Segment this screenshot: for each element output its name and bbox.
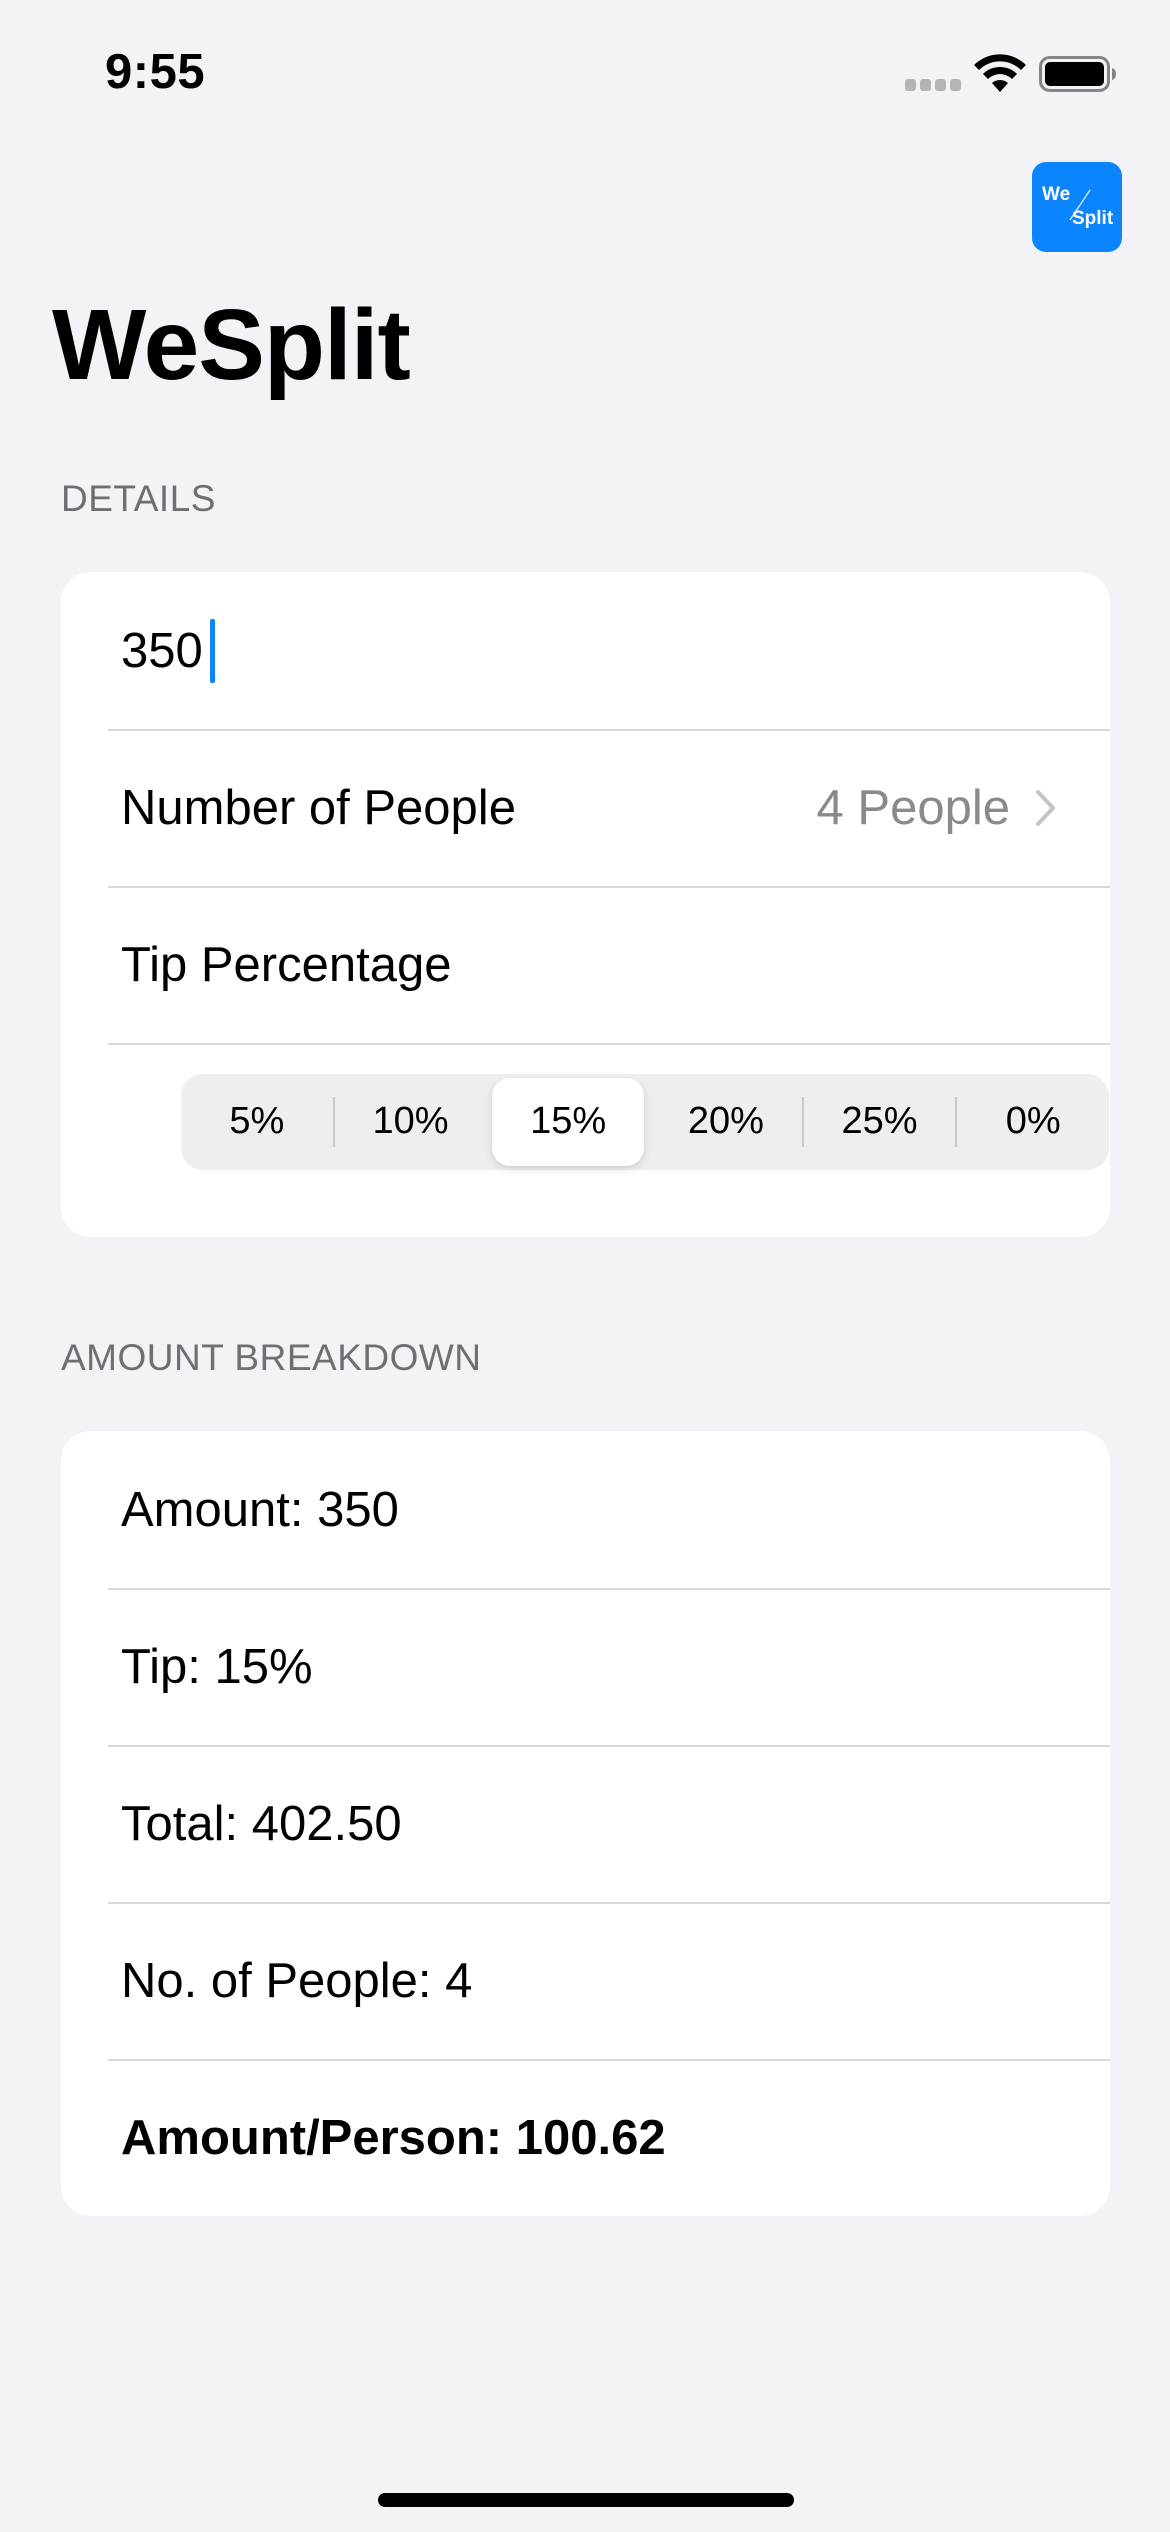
breakdown-amount-row: Amount: 350 (61, 1431, 1110, 1588)
breakdown-total: Total: 402.50 (121, 1796, 402, 1851)
battery-icon (1039, 56, 1116, 92)
details-section-header: DETAILS (61, 478, 216, 519)
details-card: Number of People 4 People Tip Percentage… (61, 572, 1110, 1237)
app-icon-text-bottom: Split (1072, 208, 1114, 229)
screen: 9:55 We Split WeSplit DETAILS 350 Number… (0, 0, 1170, 2532)
status-time: 9:55 (105, 45, 206, 99)
amount-row[interactable] (61, 572, 1110, 729)
chevron-right-icon (1036, 789, 1055, 826)
tip-picker-row: 5% 10% 15% 20% 25% 0% (61, 1043, 1110, 1200)
status-bar: 9:55 (0, 0, 1170, 150)
tip-option-5[interactable]: 5% (181, 1078, 333, 1166)
number-of-people-row[interactable]: Number of People 4 People (61, 729, 1110, 886)
tip-option-15[interactable]: 15% (492, 1077, 645, 1166)
tip-option-0[interactable]: 0% (957, 1078, 1109, 1166)
breakdown-tip: Tip: 15% (121, 1639, 313, 1694)
tip-option-25[interactable]: 25% (804, 1078, 956, 1166)
breakdown-section-header: AMOUNT BREAKDOWN (61, 1337, 482, 1378)
page-title: WeSplit (52, 289, 411, 401)
tip-option-10[interactable]: 10% (335, 1078, 487, 1166)
breakdown-total-row: Total: 402.50 (61, 1745, 1110, 1902)
tip-percentage-row: Tip Percentage (61, 886, 1110, 1043)
app-icon-text-top: We (1042, 184, 1070, 205)
breakdown-people-row: No. of People: 4 (61, 1902, 1110, 2059)
wifi-icon (974, 54, 1026, 92)
number-of-people-value: 4 People (816, 780, 1010, 835)
breakdown-per-person-row: Amount/Person: 100.62 (61, 2059, 1110, 2216)
tip-option-20[interactable]: 20% (650, 1078, 802, 1166)
amount-input[interactable] (121, 622, 211, 679)
breakdown-per-person: Amount/Person: 100.62 (121, 2110, 666, 2165)
app-logo-icon: We Split (1042, 184, 1114, 229)
tip-percentage-label: Tip Percentage (121, 937, 452, 992)
home-indicator[interactable] (378, 2493, 794, 2507)
breakdown-people: No. of People: 4 (121, 1953, 473, 2008)
segment-divider (486, 1097, 488, 1147)
breakdown-tip-row: Tip: 15% (61, 1588, 1110, 1745)
number-of-people-label: Number of People (121, 780, 516, 835)
app-icon[interactable]: We Split (1032, 162, 1122, 252)
cellular-signal-icon (905, 79, 961, 91)
breakdown-amount: Amount: 350 (121, 1482, 399, 1537)
tip-segmented-control[interactable]: 5% 10% 15% 20% 25% 0% (181, 1073, 1109, 1170)
breakdown-card: Amount: 350 Tip: 15% Total: 402.50 No. o… (61, 1431, 1110, 2216)
text-cursor (210, 618, 215, 683)
